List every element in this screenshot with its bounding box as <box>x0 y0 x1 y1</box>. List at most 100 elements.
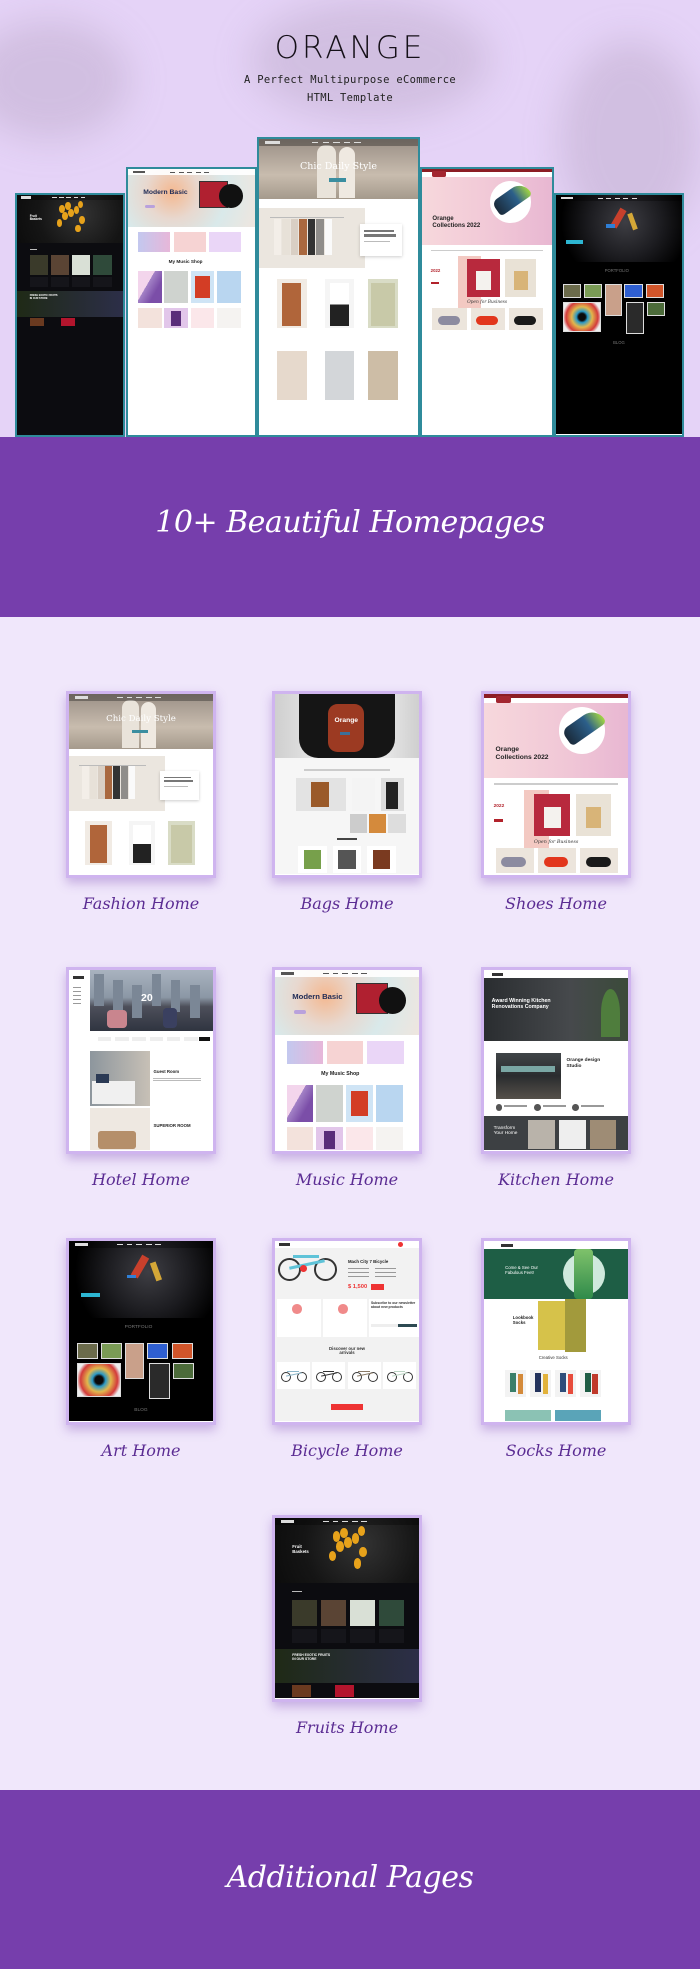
garment <box>82 766 90 799</box>
product-image <box>164 270 189 303</box>
bicycle-image <box>387 1368 414 1383</box>
studio-title: Orange design Studio <box>566 1058 601 1069</box>
homepage-label[interactable]: Fashion Home <box>31 894 251 913</box>
hero-title: Chic Daily Style <box>299 161 378 173</box>
lookbook-title: Lookbook Socks <box>512 1314 534 1325</box>
frame <box>292 1255 319 1259</box>
service-icon <box>338 1304 348 1314</box>
text-line <box>164 780 193 783</box>
product-image <box>375 1085 403 1122</box>
nav-link <box>322 142 329 144</box>
homepage-card-bags[interactable]: Orange <box>272 691 422 878</box>
shoe <box>437 316 461 325</box>
homepage-label[interactable]: Fruits Home <box>237 1718 457 1737</box>
nav-link <box>155 1243 162 1245</box>
page-preview-socks: Come & See Our Fabulous Feet! Lookbook So… <box>484 1241 628 1422</box>
product-image <box>321 1599 347 1627</box>
album <box>194 275 211 298</box>
additional-pages-title: Additional Pages <box>226 1860 474 1895</box>
showcase-screenshot-shoes[interactable]: Orange Collections 2022 2022 Open for Busin… <box>420 167 554 437</box>
nav-link <box>117 1243 123 1245</box>
homepage-card-bicycle[interactable]: Mach City 7 Bicycle $ 1,500 Subscribe to o… <box>272 1238 422 1425</box>
nav-link <box>614 197 620 199</box>
showcase-screenshot-fashion[interactable]: Chic Daily Style <box>257 137 420 437</box>
site-logo <box>72 975 85 979</box>
product-image <box>351 778 375 812</box>
page-preview-bags: Orange <box>275 694 419 875</box>
product-info <box>292 1629 318 1643</box>
homepage-card-fruits[interactable]: Fruit Baskets FRESH EXOTIC FRUITS IN OUR … <box>272 1515 422 1702</box>
text-line <box>164 786 189 788</box>
garment <box>290 218 299 255</box>
pillow <box>95 1073 110 1084</box>
nav-link <box>333 142 340 144</box>
page-preview-bicycle: Mach City 7 Bicycle $ 1,500 Subscribe to o… <box>275 1241 419 1422</box>
shop-button <box>328 178 346 183</box>
sidebar-link <box>72 1002 81 1004</box>
hero-title: Come & See Our Fabulous Feet! <box>505 1264 538 1275</box>
feature-bar <box>430 249 544 252</box>
nav-link <box>170 171 176 173</box>
bicycle-image <box>351 1368 378 1383</box>
sofa <box>97 1131 137 1149</box>
showcase-screenshot-music[interactable]: Modern Basic My Music Shop <box>126 167 257 437</box>
text-line <box>363 234 396 237</box>
product-info <box>321 1629 347 1643</box>
nav-link <box>361 1520 368 1522</box>
bag <box>372 849 391 869</box>
nav-link <box>126 696 133 698</box>
page-preview-shoes: Orange Collections 2022 2022 Open for Busin… <box>484 694 628 875</box>
product-image <box>369 814 387 834</box>
showcase-screenshot-fruits[interactable]: Fruit Baskets FRESH EXOTIC FRUITS IN OUR … <box>15 193 125 437</box>
homepage-card-shoes[interactable]: Orange Collections 2022 2022 Open for Busin… <box>481 691 631 878</box>
homepage-card-art[interactable]: PORTFOLIO BLOG <box>66 1238 216 1425</box>
frame <box>358 1370 370 1373</box>
mango <box>336 1541 345 1552</box>
showcase-screenshot-art[interactable]: PORTFOLIO BLOG <box>554 193 684 437</box>
homepage-label[interactable]: Socks Home <box>446 1441 666 1460</box>
nav-bar <box>303 768 391 771</box>
homepage-card-kitchen[interactable]: Award Winning Kitchen Renovations Compan… <box>481 967 631 1154</box>
homepage-card-fashion[interactable]: Chic Daily Style <box>66 691 216 878</box>
homepage-label[interactable]: Kitchen Home <box>446 1170 666 1189</box>
bicycle-image <box>277 1249 337 1282</box>
nav-link <box>354 142 361 144</box>
shop-button <box>430 281 440 285</box>
product-image <box>324 351 355 400</box>
homepage-label[interactable]: Music Home <box>237 1170 457 1189</box>
nav-link <box>343 142 351 144</box>
page-preview-music: Modern Basic My Music Shop <box>275 970 419 1151</box>
homepage-label[interactable]: Art Home <box>31 1441 251 1460</box>
homepage-card-music[interactable]: Modern Basic My Music Shop <box>272 967 422 1154</box>
product-outfit <box>133 824 151 863</box>
nav-link <box>117 696 123 698</box>
sock <box>517 1374 524 1394</box>
homepage-label[interactable]: Shoes Home <box>446 894 666 913</box>
spec-line <box>347 1271 370 1273</box>
page-preview-kitchen: Award Winning Kitchen Renovations Compan… <box>484 970 628 1151</box>
skyline <box>189 985 200 1018</box>
homepage-label[interactable]: Bags Home <box>237 894 457 913</box>
tagline-line-1: A Perfect Multipurpose eCommerce <box>244 74 456 86</box>
art-frame <box>76 1342 98 1360</box>
shoe <box>543 857 569 867</box>
homepage-label[interactable]: Hotel Home <box>31 1170 251 1189</box>
nav-link <box>312 142 319 144</box>
art-frame <box>645 284 665 299</box>
sock <box>509 1372 516 1392</box>
product-outfit <box>371 283 395 326</box>
product-info <box>29 276 49 287</box>
homepage-card-hotel[interactable]: 20 Guest Room SUPERIOR ROOM <box>66 967 216 1154</box>
homepage-label[interactable]: Bicycle Home <box>237 1441 457 1460</box>
frame <box>287 1370 299 1373</box>
booking-button <box>198 1037 211 1042</box>
product-image <box>190 307 215 329</box>
art-frame <box>148 1362 170 1400</box>
nav-link <box>606 197 612 199</box>
homepage-card-socks[interactable]: Come & See Our Fabulous Feet! Lookbook So… <box>481 1238 631 1425</box>
product-image <box>388 814 406 834</box>
site-logo <box>501 1243 513 1247</box>
arrivals-title: Discover our new arrivals <box>329 1345 365 1356</box>
feature-icon <box>533 1104 541 1112</box>
section-title: Open for Business <box>533 839 579 845</box>
